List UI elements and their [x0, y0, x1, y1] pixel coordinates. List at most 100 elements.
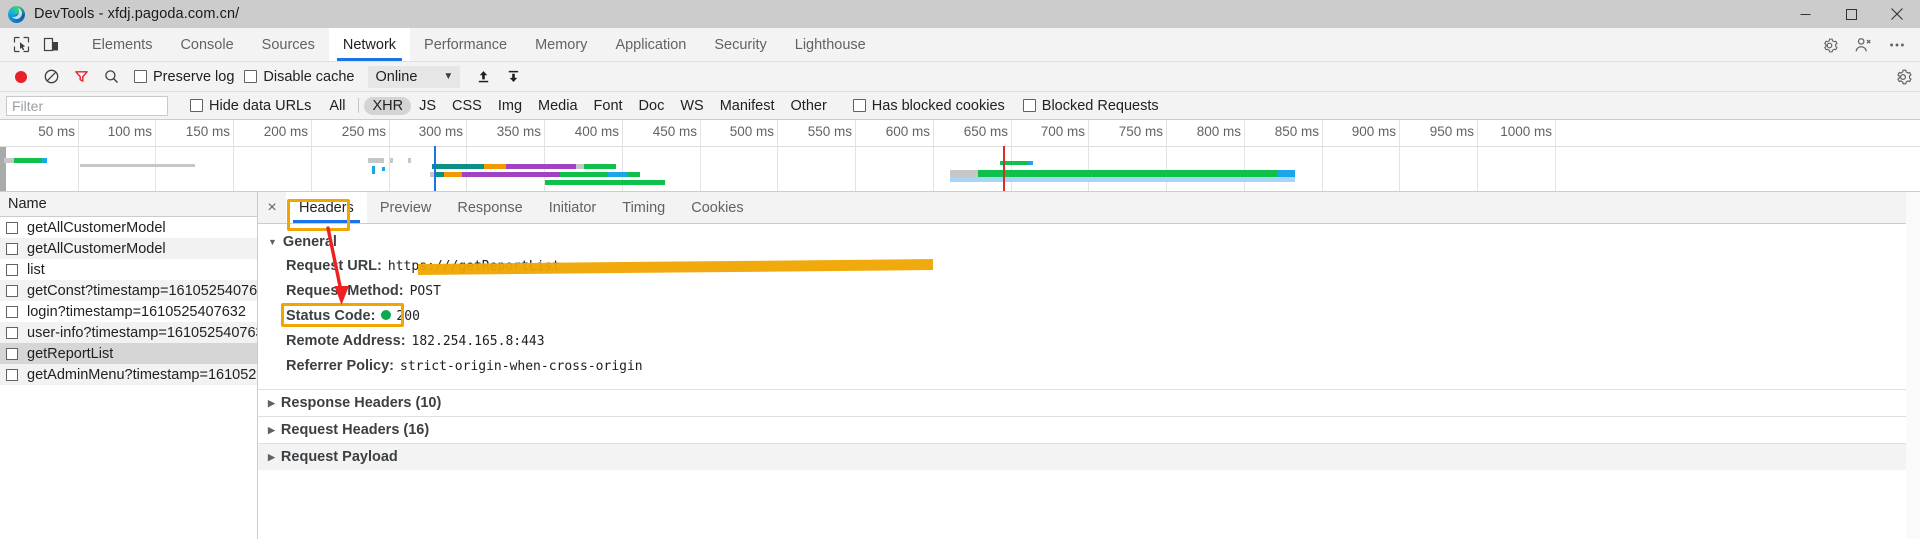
minimize-button[interactable] [1782, 0, 1828, 28]
detail-scrollbar[interactable] [1906, 192, 1920, 539]
overview-tick: 250 ms [342, 120, 390, 191]
caret-down-icon: ▼ [268, 237, 277, 247]
filter-type-media[interactable]: Media [530, 97, 586, 115]
overview-tick: 600 ms [886, 120, 934, 191]
overview-waterfall-bar [1028, 161, 1033, 165]
overview-tick: 550 ms [808, 120, 856, 191]
row-checkbox[interactable] [6, 368, 18, 381]
table-row[interactable]: user-info?timestamp=1610525407632 [0, 322, 257, 343]
dom-content-loaded-marker [434, 146, 436, 191]
row-checkbox[interactable] [6, 263, 18, 276]
overview-tick: 850 ms [1275, 120, 1323, 191]
tab-console[interactable]: Console [166, 28, 247, 61]
hide-data-urls-checkbox[interactable]: Hide data URLs [190, 98, 311, 114]
table-row[interactable]: getAllCustomerModel [0, 217, 257, 238]
filter-type-all[interactable]: All [321, 97, 353, 115]
row-checkbox[interactable] [6, 242, 18, 255]
general-section-header[interactable]: ▼ General [258, 230, 1920, 254]
field-label: Referrer Policy: [286, 358, 394, 374]
field-label: Request Method: [286, 283, 404, 299]
filter-type-other[interactable]: Other [783, 97, 835, 115]
hide-data-urls-label: Hide data URLs [209, 97, 312, 114]
overview-waterfall-bar [408, 158, 411, 163]
overview-waterfall-bar [560, 172, 608, 177]
export-har-button[interactable] [498, 63, 528, 91]
send-feedback-icon[interactable] [1846, 28, 1880, 62]
preserve-log-checkbox[interactable]: Preserve log [134, 69, 234, 85]
tab-sources[interactable]: Sources [248, 28, 329, 61]
close-button[interactable] [1874, 0, 1920, 28]
field-value: 182.254.165.8:443 [411, 334, 545, 349]
tab-response[interactable]: Response [444, 192, 535, 223]
section-request-headers[interactable]: ▶ Request Headers (16) [258, 416, 1920, 443]
inspect-element-icon[interactable] [6, 28, 36, 61]
filter-bar: Filter Hide data URLs All XHR JS CSS Img… [0, 92, 1920, 120]
request-list-panel: Name getAllCustomerModel getAllCustomerM… [0, 192, 258, 539]
tab-lighthouse[interactable]: Lighthouse [781, 28, 880, 61]
filter-type-js[interactable]: JS [411, 97, 444, 115]
checkbox-box [190, 99, 203, 112]
tab-application[interactable]: Application [601, 28, 700, 61]
maximize-button[interactable] [1828, 0, 1874, 28]
clear-button[interactable] [36, 63, 66, 91]
filter-type-manifest[interactable]: Manifest [712, 97, 783, 115]
table-row[interactable]: login?timestamp=1610525407632 [0, 301, 257, 322]
request-list-header[interactable]: Name [0, 192, 257, 217]
close-icon[interactable]: × [258, 192, 286, 223]
row-checkbox[interactable] [6, 347, 18, 360]
detail-tab-bar: × Headers Preview Response Initiator Tim… [258, 192, 1920, 224]
table-row[interactable]: getConst?timestamp=1610525407632 [0, 280, 257, 301]
record-button[interactable] [6, 63, 36, 91]
overview-waterfall-bar [1278, 170, 1295, 177]
tab-performance[interactable]: Performance [410, 28, 521, 61]
filter-toggle-button[interactable] [66, 63, 96, 91]
gear-icon[interactable] [1812, 28, 1846, 62]
filter-type-doc[interactable]: Doc [631, 97, 673, 115]
network-overview-timeline[interactable]: 50 ms 100 ms 150 ms 200 ms 250 ms 300 ms… [0, 120, 1920, 192]
tab-security[interactable]: Security [700, 28, 780, 61]
tab-initiator[interactable]: Initiator [536, 192, 610, 223]
row-checkbox[interactable] [6, 284, 18, 297]
table-row-selected[interactable]: getReportList [0, 343, 257, 364]
network-settings-button[interactable] [1894, 62, 1912, 92]
filter-input[interactable]: Filter [6, 95, 168, 116]
import-har-button[interactable] [468, 63, 498, 91]
has-blocked-cookies-checkbox[interactable]: Has blocked cookies [852, 98, 1005, 114]
search-icon [104, 70, 118, 83]
search-button[interactable] [96, 63, 126, 91]
tab-preview[interactable]: Preview [367, 192, 445, 223]
filter-type-img[interactable]: Img [490, 97, 530, 115]
tab-memory[interactable]: Memory [521, 28, 601, 61]
general-row-status-code: Status Code: 200 [258, 304, 1920, 329]
tab-network[interactable]: Network [328, 28, 411, 61]
section-request-payload[interactable]: ▶ Request Payload [258, 443, 1920, 470]
table-row[interactable]: getAdminMenu?timestamp=161052540... [0, 364, 257, 385]
tab-cookies[interactable]: Cookies [678, 192, 756, 223]
more-options-icon[interactable] [1880, 28, 1914, 62]
overview-waterfall-bar [584, 164, 616, 169]
table-row[interactable]: getAllCustomerModel [0, 238, 257, 259]
disable-cache-checkbox[interactable]: Disable cache [244, 69, 354, 85]
tab-timing[interactable]: Timing [609, 192, 678, 223]
overview-waterfall-bar [372, 166, 375, 174]
tab-elements[interactable]: Elements [78, 28, 166, 61]
overview-left-edge [0, 146, 6, 191]
row-checkbox[interactable] [6, 305, 18, 318]
disable-cache-label: Disable cache [263, 68, 355, 85]
filter-type-css[interactable]: CSS [444, 97, 490, 115]
device-toolbar-icon[interactable] [36, 28, 66, 61]
row-checkbox[interactable] [6, 326, 18, 339]
field-label: Request URL: [286, 258, 382, 274]
filter-type-xhr[interactable]: XHR [364, 96, 412, 115]
row-checkbox[interactable] [6, 221, 18, 234]
blocked-requests-checkbox[interactable]: Blocked Requests [1022, 98, 1159, 114]
funnel-icon [74, 71, 88, 82]
table-row[interactable]: list [0, 259, 257, 280]
filter-type-font[interactable]: Font [586, 97, 631, 115]
filter-type-ws[interactable]: WS [672, 97, 711, 115]
tab-headers[interactable]: Headers [286, 192, 367, 223]
section-response-headers[interactable]: ▶ Response Headers (10) [258, 389, 1920, 416]
checkbox-box [852, 99, 866, 112]
request-name: list [27, 261, 45, 278]
throttling-dropdown[interactable]: Online ▼ [368, 65, 461, 88]
